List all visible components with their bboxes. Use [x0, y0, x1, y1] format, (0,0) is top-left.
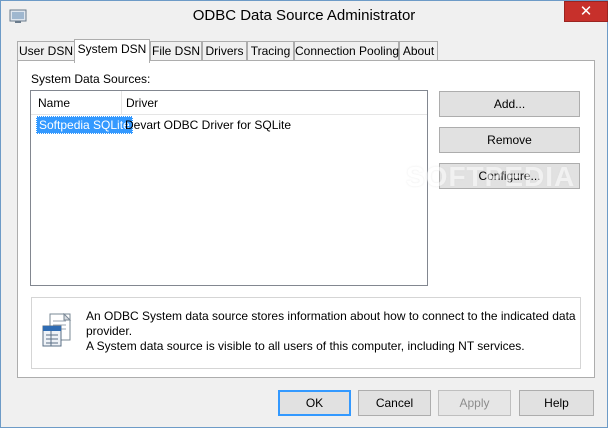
data-sources-icon: [42, 313, 72, 347]
tab-about[interactable]: About: [399, 41, 438, 62]
info-box: An ODBC System data source stores inform…: [31, 297, 581, 369]
tab-drivers[interactable]: Drivers: [202, 41, 247, 62]
system-data-sources-label: System Data Sources:: [31, 72, 151, 86]
tab-tracing[interactable]: Tracing: [247, 41, 294, 62]
help-button[interactable]: Help: [519, 390, 594, 416]
data-sources-list[interactable]: Name Driver Softpedia SQLite Devart ODBC…: [30, 90, 428, 286]
column-divider[interactable]: [121, 91, 122, 115]
list-header: Name Driver: [31, 91, 427, 115]
cancel-button[interactable]: Cancel: [358, 390, 431, 416]
odbc-admin-window: ODBC Data Source Administrator ✕ User DS…: [0, 0, 608, 428]
apply-button[interactable]: Apply: [438, 390, 511, 416]
data-source-driver: Devart ODBC Driver for SQLite: [125, 118, 292, 132]
info-text: An ODBC System data source stores inform…: [86, 309, 576, 354]
tab-user-dsn[interactable]: User DSN: [17, 41, 75, 62]
tab-file-dsn[interactable]: File DSN: [150, 41, 202, 62]
tab-system-dsn[interactable]: System DSN: [74, 39, 150, 63]
close-icon: ✕: [579, 3, 593, 20]
close-button[interactable]: ✕: [564, 1, 608, 22]
tab-connection-pooling[interactable]: Connection Pooling: [294, 41, 399, 62]
add-button[interactable]: Add...: [439, 91, 580, 117]
list-item[interactable]: Softpedia SQLite Devart ODBC Driver for …: [31, 116, 427, 134]
data-source-name[interactable]: Softpedia SQLite: [36, 116, 133, 134]
column-header-driver[interactable]: Driver: [126, 96, 158, 110]
window-title: ODBC Data Source Administrator: [192, 7, 416, 24]
remove-button[interactable]: Remove: [439, 127, 580, 153]
column-header-name[interactable]: Name: [38, 96, 70, 110]
configure-button[interactable]: Configure...: [439, 163, 580, 189]
info-line-1: An ODBC System data source stores inform…: [86, 309, 576, 338]
title-bar[interactable]: ODBC Data Source Administrator ✕: [1, 1, 608, 32]
info-line-2: A System data source is visible to all u…: [86, 339, 525, 353]
ok-button[interactable]: OK: [278, 390, 351, 416]
